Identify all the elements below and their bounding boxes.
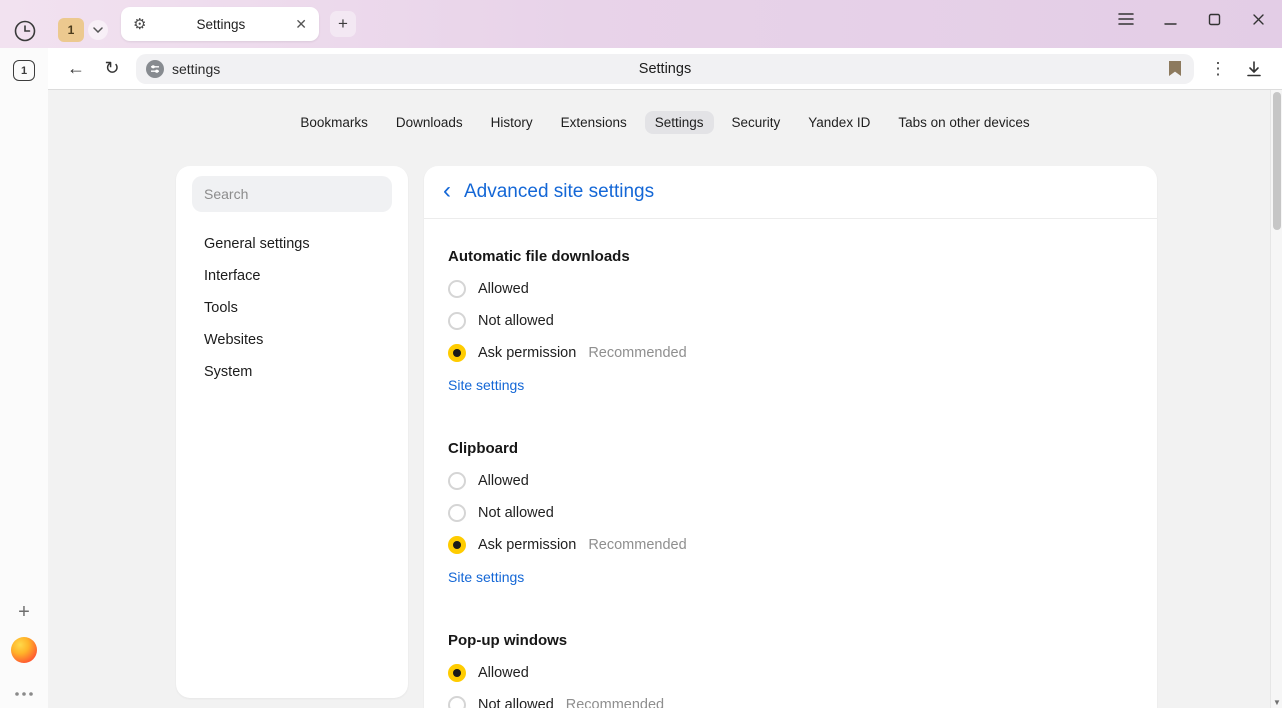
maximize-button[interactable] bbox=[1200, 5, 1228, 33]
scrollbar-thumb[interactable] bbox=[1273, 92, 1281, 230]
nav-tab-other-devices[interactable]: Tabs on other devices bbox=[888, 111, 1039, 134]
sidebar-item-interface[interactable]: Interface bbox=[176, 260, 408, 292]
settings-page: Bookmarks Downloads History Extensions S… bbox=[48, 90, 1282, 708]
radio-label[interactable]: Allowed bbox=[478, 473, 529, 489]
titlebar: 1 ⚙ Settings ✕ + bbox=[0, 0, 1282, 48]
radio-row-allowed[interactable]: Allowed bbox=[448, 657, 1133, 689]
downloads-icon[interactable] bbox=[1236, 53, 1272, 85]
sidebar-item-general-settings[interactable]: General settings bbox=[176, 228, 408, 260]
settings-menu: General settings Interface Tools Website… bbox=[176, 228, 408, 388]
bookmark-icon[interactable] bbox=[1168, 60, 1182, 77]
radio-label[interactable]: Allowed bbox=[478, 281, 529, 297]
radio-label[interactable]: Not allowed bbox=[478, 313, 554, 329]
radio-button[interactable] bbox=[448, 664, 466, 682]
tab-counter-icon[interactable]: 1 bbox=[13, 60, 35, 81]
search-input[interactable] bbox=[192, 176, 392, 212]
sidebar-item-system[interactable]: System bbox=[176, 356, 408, 388]
settings-nav: Bookmarks Downloads History Extensions S… bbox=[48, 111, 1282, 134]
gear-icon: ⚙ bbox=[133, 15, 146, 33]
site-icon bbox=[146, 60, 164, 78]
radio-row-allowed[interactable]: Allowed bbox=[448, 273, 1133, 305]
section-title: Pop-up windows bbox=[448, 625, 1133, 657]
site-settings-link[interactable]: Site settings bbox=[448, 369, 1133, 401]
radio-row-not-allowed[interactable]: Not allowed Recommended bbox=[448, 689, 1133, 708]
menu-hamburger-icon[interactable] bbox=[1112, 5, 1140, 33]
reload-button[interactable]: ↻ bbox=[94, 53, 130, 85]
site-settings-link[interactable]: Site settings bbox=[448, 561, 1133, 593]
radio-label[interactable]: Not allowed bbox=[478, 697, 554, 708]
radio-row-not-allowed[interactable]: Not allowed bbox=[448, 497, 1133, 529]
radio-button[interactable] bbox=[448, 344, 466, 362]
scrollbar-down-arrow-icon[interactable]: ▼ bbox=[1271, 698, 1282, 707]
page-title: Settings bbox=[136, 61, 1194, 77]
chevron-left-icon[interactable]: ‹ bbox=[434, 179, 460, 206]
close-window-button[interactable] bbox=[1244, 5, 1272, 33]
card-body: Automatic file downloads Allowed Not all… bbox=[424, 241, 1157, 708]
radio-label[interactable]: Ask permission bbox=[478, 537, 576, 553]
nav-tab-settings[interactable]: Settings bbox=[645, 111, 714, 134]
url-text: settings bbox=[172, 61, 220, 77]
card-header: ‹ Advanced site settings bbox=[424, 166, 1157, 219]
radio-button[interactable] bbox=[448, 472, 466, 490]
radio-label[interactable]: Ask permission bbox=[478, 345, 576, 361]
tab-group-badge[interactable]: 1 bbox=[58, 18, 84, 42]
strip-more-icon[interactable] bbox=[0, 692, 48, 696]
browser-toolbar: ← ↻ settings Settings ⋮ bbox=[48, 48, 1282, 90]
recommended-note: Recommended bbox=[588, 537, 686, 553]
history-clock-icon[interactable] bbox=[11, 17, 39, 45]
radio-button[interactable] bbox=[448, 696, 466, 708]
nav-tab-yandex-id[interactable]: Yandex ID bbox=[798, 111, 880, 134]
radio-label[interactable]: Allowed bbox=[478, 665, 529, 681]
tab-close-icon[interactable]: ✕ bbox=[295, 17, 307, 31]
settings-sidebar-card: General settings Interface Tools Website… bbox=[176, 166, 408, 698]
radio-row-not-allowed[interactable]: Not allowed bbox=[448, 305, 1133, 337]
section-title: Clipboard bbox=[448, 433, 1133, 465]
yandex-browser-logo[interactable] bbox=[11, 637, 37, 663]
radio-row-ask-permission[interactable]: Ask permission Recommended bbox=[448, 529, 1133, 561]
nav-tab-extensions[interactable]: Extensions bbox=[551, 111, 637, 134]
nav-tab-bookmarks[interactable]: Bookmarks bbox=[290, 111, 378, 134]
back-button[interactable]: ← bbox=[58, 53, 94, 85]
more-options-kebab-icon[interactable]: ⋮ bbox=[1200, 53, 1236, 85]
radio-button[interactable] bbox=[448, 312, 466, 330]
nav-tab-downloads[interactable]: Downloads bbox=[386, 111, 473, 134]
section-clipboard: Clipboard Allowed Not allowed Ask permis… bbox=[448, 433, 1133, 593]
sidebar-item-websites[interactable]: Websites bbox=[176, 324, 408, 356]
card-header-title[interactable]: Advanced site settings bbox=[464, 181, 654, 203]
section-title: Automatic file downloads bbox=[448, 241, 1133, 273]
radio-label[interactable]: Not allowed bbox=[478, 505, 554, 521]
radio-button[interactable] bbox=[448, 504, 466, 522]
section-automatic-file-downloads: Automatic file downloads Allowed Not all… bbox=[448, 241, 1133, 401]
tab-group: 1 bbox=[58, 18, 108, 42]
recommended-note: Recommended bbox=[588, 345, 686, 361]
tab-title: Settings bbox=[146, 17, 295, 32]
chevron-down-icon[interactable] bbox=[88, 20, 108, 40]
browser-tab-settings[interactable]: ⚙ Settings ✕ bbox=[121, 7, 319, 41]
address-bar-left: settings bbox=[146, 60, 220, 78]
window-controls bbox=[1112, 5, 1272, 33]
side-strip: 1 + bbox=[0, 48, 48, 708]
advanced-site-settings-card: ‹ Advanced site settings Automatic file … bbox=[424, 166, 1157, 708]
radio-row-ask-permission[interactable]: Ask permission Recommended bbox=[448, 337, 1133, 369]
recommended-note: Recommended bbox=[566, 697, 664, 708]
radio-button[interactable] bbox=[448, 536, 466, 554]
radio-button[interactable] bbox=[448, 280, 466, 298]
nav-tab-history[interactable]: History bbox=[481, 111, 543, 134]
page-scrollbar[interactable]: ▼ bbox=[1270, 90, 1282, 708]
minimize-button[interactable] bbox=[1156, 5, 1184, 33]
radio-row-allowed[interactable]: Allowed bbox=[448, 465, 1133, 497]
nav-tab-security[interactable]: Security bbox=[722, 111, 791, 134]
strip-new-tab-button[interactable]: + bbox=[0, 601, 48, 624]
new-tab-button[interactable]: + bbox=[330, 11, 356, 37]
sidebar-item-tools[interactable]: Tools bbox=[176, 292, 408, 324]
address-bar[interactable]: settings Settings bbox=[136, 54, 1194, 84]
section-popup-windows: Pop-up windows Allowed Not allowed Recom… bbox=[448, 625, 1133, 708]
